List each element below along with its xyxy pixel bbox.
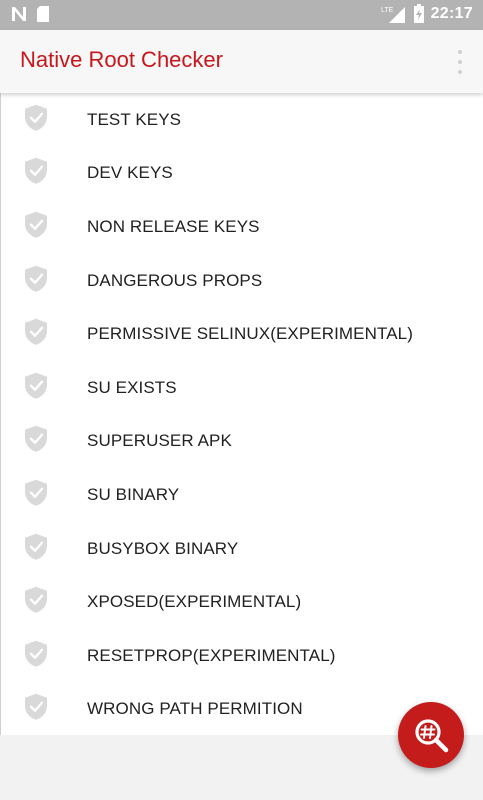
check-label: XPOSED(EXPERIMENTAL) — [87, 592, 302, 612]
shield-check-icon — [23, 372, 49, 400]
list-item: SU BINARY — [1, 468, 483, 522]
app-bar: Native Root Checker — [0, 30, 483, 93]
status-left-icons — [10, 5, 50, 23]
check-label: TEST KEYS — [87, 109, 182, 129]
shield-check-icon — [23, 479, 49, 507]
list-item: TEST KEYS — [1, 93, 483, 147]
n-notification-icon — [12, 7, 26, 21]
check-label: SUPERUSER APK — [87, 431, 232, 451]
list-item: SU EXISTS — [1, 361, 483, 415]
list-item: NON RELEASE KEYS — [1, 200, 483, 254]
shield-check-icon — [23, 532, 49, 560]
shield-check-icon — [23, 586, 49, 614]
shield-check-icon — [23, 211, 49, 239]
shield-check-icon — [23, 639, 49, 667]
check-root-fab[interactable] — [398, 702, 464, 768]
battery-icon — [413, 4, 424, 23]
list-item: SUPERUSER APK — [1, 415, 483, 469]
list-item: BUSYBOX BINARY — [1, 522, 483, 576]
overflow-menu-icon[interactable] — [455, 50, 465, 74]
shield-check-icon — [23, 264, 49, 292]
status-time: 22:17 — [430, 5, 473, 22]
check-label: NON RELEASE KEYS — [87, 216, 260, 236]
check-label: RESETPROP(EXPERIMENTAL) — [87, 645, 336, 665]
svg-text:LTE: LTE — [381, 7, 394, 14]
lte-signal-icon: LTE — [381, 7, 405, 23]
list-item: DEV KEYS — [1, 147, 483, 201]
status-right-icons: LTE 22:17 — [381, 4, 473, 24]
check-label: WRONG PATH PERMITION — [87, 699, 303, 719]
check-label: PERMISSIVE SELINUX(EXPERIMENTAL) — [87, 324, 413, 344]
status-bar: LTE 22:17 — [0, 0, 483, 30]
checks-list: TEST KEYS DEV KEYS NON RELEASE KEYS DANGERO… — [0, 93, 483, 735]
shield-check-icon — [23, 425, 49, 453]
list-item: PERMISSIVE SELINUX(EXPERIMENTAL) — [1, 307, 483, 361]
check-label: SU BINARY — [87, 484, 180, 504]
app-title: Native Root Checker — [20, 47, 223, 72]
shield-check-icon — [23, 318, 49, 346]
hash-search-icon — [415, 719, 449, 753]
shield-check-icon — [23, 693, 49, 721]
check-label: DANGEROUS PROPS — [87, 270, 263, 290]
shield-check-icon — [23, 157, 49, 185]
shield-check-icon — [23, 104, 49, 132]
list-item: RESETPROP(EXPERIMENTAL) — [1, 629, 483, 683]
sd-card-icon — [37, 6, 49, 22]
list-item: XPOSED(EXPERIMENTAL) — [1, 575, 483, 629]
list-item: DANGEROUS PROPS — [1, 254, 483, 308]
check-label: DEV KEYS — [87, 163, 173, 183]
check-label: SU EXISTS — [87, 377, 177, 397]
check-label: BUSYBOX BINARY — [87, 538, 239, 558]
